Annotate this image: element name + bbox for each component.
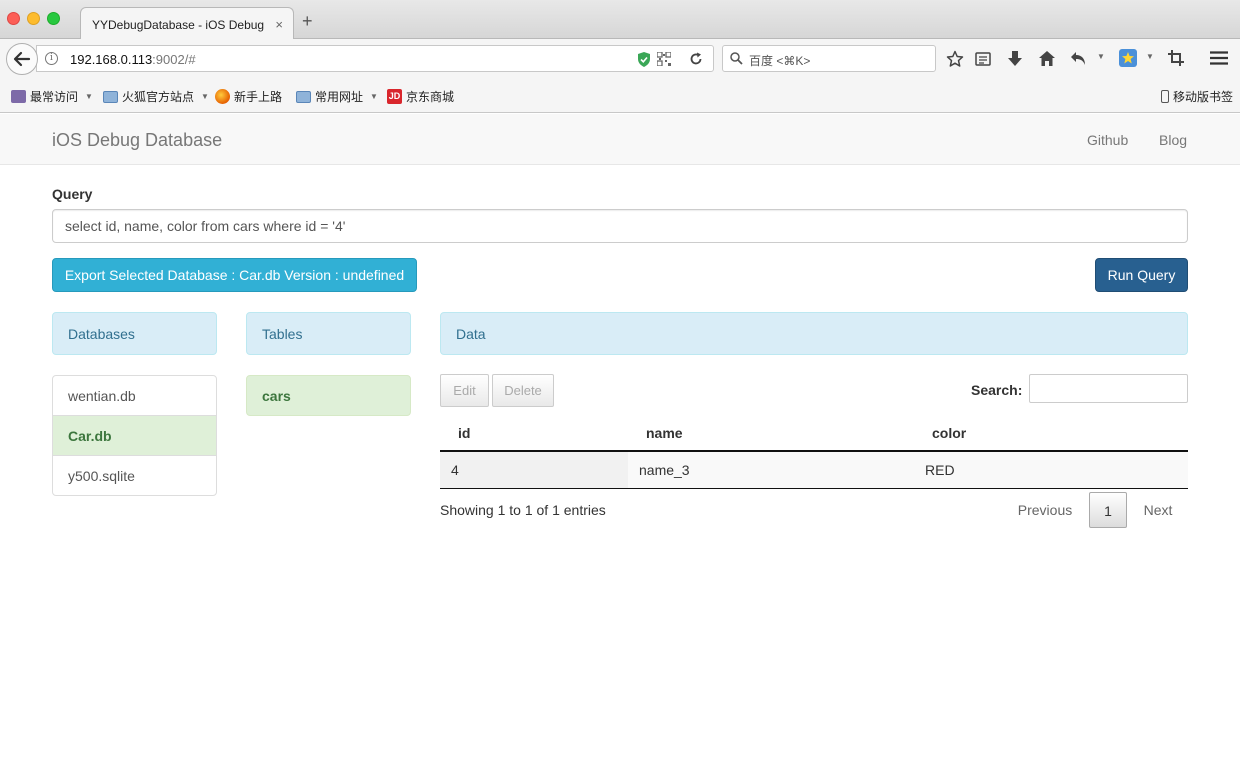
bookmark-common-sites[interactable]: 常用网址 ▼ — [296, 88, 378, 105]
bookmarks-toolbar: 最常访问 ▼ 火狐官方站点 ▼ 新手上路 常用网址 ▼ JD 京东商城 移动版书签 — [0, 79, 1240, 113]
bookmark-firefox-official[interactable]: 火狐官方站点 ▼ — [103, 88, 209, 105]
new-tab-button[interactable]: + — [302, 12, 313, 30]
tables-panel-heading: Tables — [246, 312, 411, 355]
query-label: Query — [52, 186, 93, 202]
minimize-window-button[interactable] — [27, 12, 40, 25]
table-row[interactable]: 4 name_3 RED — [440, 451, 1188, 489]
column-header-id[interactable]: id — [440, 415, 628, 452]
tab-title: YYDebugDatabase - iOS Debug D — [92, 18, 264, 32]
column-header-color[interactable]: color — [914, 415, 1188, 452]
cell-color: RED — [914, 451, 1188, 489]
extension-star-icon[interactable] — [1119, 49, 1137, 67]
bookmark-mobile[interactable]: 移动版书签 — [1161, 88, 1233, 105]
database-item-wentian[interactable]: wentian.db — [52, 375, 217, 416]
database-item-y500[interactable]: y500.sqlite — [52, 455, 217, 496]
chevron-down-icon: ▼ — [85, 92, 93, 101]
menu-hamburger-icon[interactable] — [1210, 51, 1228, 65]
edit-button[interactable]: Edit — [440, 374, 489, 407]
export-database-button[interactable]: Export Selected Database : Car.db Versio… — [52, 258, 417, 292]
reading-list-icon[interactable] — [975, 51, 991, 67]
url-bar[interactable]: i 192.168.0.113:9002/# — [36, 45, 714, 72]
browser-toolbar: i 192.168.0.113:9002/# 百度 <⌘K> ▼ ▼ — [0, 39, 1240, 79]
chevron-down-icon[interactable]: ▼ — [1146, 52, 1154, 61]
query-input[interactable] — [52, 209, 1188, 243]
run-query-button[interactable]: Run Query — [1095, 258, 1188, 292]
cell-name: name_3 — [628, 451, 914, 489]
reload-icon[interactable] — [689, 52, 703, 66]
databases-panel-heading: Databases — [52, 312, 217, 355]
tables-list: cars — [246, 375, 411, 416]
screenshot-crop-icon[interactable] — [1168, 50, 1184, 66]
home-icon[interactable] — [1038, 50, 1056, 67]
table-header-row: id name color — [440, 415, 1188, 452]
close-window-button[interactable] — [7, 12, 20, 25]
chevron-down-icon: ▼ — [201, 92, 209, 101]
page-content: iOS Debug Database Github Blog Query Exp… — [0, 114, 1240, 774]
delete-button[interactable]: Delete — [492, 374, 554, 407]
table-search-input[interactable] — [1029, 374, 1188, 403]
download-icon[interactable] — [1007, 50, 1023, 67]
bookmark-most-visited[interactable]: 最常访问 ▼ — [11, 88, 93, 105]
search-bar-placeholder: 百度 <⌘K> — [749, 54, 811, 68]
search-icon — [730, 52, 743, 65]
cell-id: 4 — [440, 451, 628, 489]
column-header-name[interactable]: name — [628, 415, 914, 452]
pagination-next[interactable]: Next — [1133, 492, 1183, 528]
back-button[interactable] — [6, 43, 38, 75]
search-bar[interactable]: 百度 <⌘K> — [722, 45, 936, 72]
window-titlebar: YYDebugDatabase - iOS Debug D × + — [0, 0, 1240, 40]
app-navbar: iOS Debug Database Github Blog — [0, 114, 1240, 165]
firefox-icon — [215, 89, 230, 104]
zoom-window-button[interactable] — [47, 12, 60, 25]
data-table: id name color 4 name_3 RED — [440, 415, 1188, 489]
folder-icon — [296, 90, 311, 103]
jd-icon: JD — [387, 89, 402, 104]
table-item-cars[interactable]: cars — [246, 375, 411, 416]
tab-close-icon[interactable]: × — [275, 17, 283, 32]
mobile-phone-icon — [1161, 90, 1169, 103]
back-arrow-icon — [13, 51, 31, 67]
databases-list: wentian.db Car.db y500.sqlite — [52, 375, 217, 496]
bookmark-getting-started[interactable]: 新手上路 — [215, 88, 282, 105]
info-icon[interactable]: i — [45, 52, 58, 65]
nav-link-github[interactable]: Github — [1087, 132, 1128, 148]
database-item-car[interactable]: Car.db — [52, 415, 217, 456]
shield-icon[interactable] — [637, 52, 651, 67]
app-brand[interactable]: iOS Debug Database — [52, 130, 222, 151]
chevron-down-icon: ▼ — [370, 92, 378, 101]
undo-icon[interactable] — [1070, 51, 1087, 66]
star-bookmark-icon[interactable] — [946, 50, 964, 68]
url-text[interactable]: 192.168.0.113:9002/# — [70, 52, 196, 67]
qr-code-icon[interactable] — [657, 52, 671, 66]
nav-link-blog[interactable]: Blog — [1159, 132, 1187, 148]
table-info: Showing 1 to 1 of 1 entries — [440, 502, 606, 518]
pagination-page-1[interactable]: 1 — [1089, 492, 1127, 528]
search-label: Search: — [971, 382, 1023, 398]
browser-tab[interactable]: YYDebugDatabase - iOS Debug D × — [80, 7, 294, 40]
folder-icon — [103, 90, 118, 103]
most-visited-icon — [11, 90, 26, 103]
bookmark-jd[interactable]: JD 京东商城 — [387, 88, 454, 105]
pagination-previous[interactable]: Previous — [1008, 492, 1082, 528]
chevron-down-icon[interactable]: ▼ — [1097, 52, 1105, 61]
data-panel-heading: Data — [440, 312, 1188, 355]
